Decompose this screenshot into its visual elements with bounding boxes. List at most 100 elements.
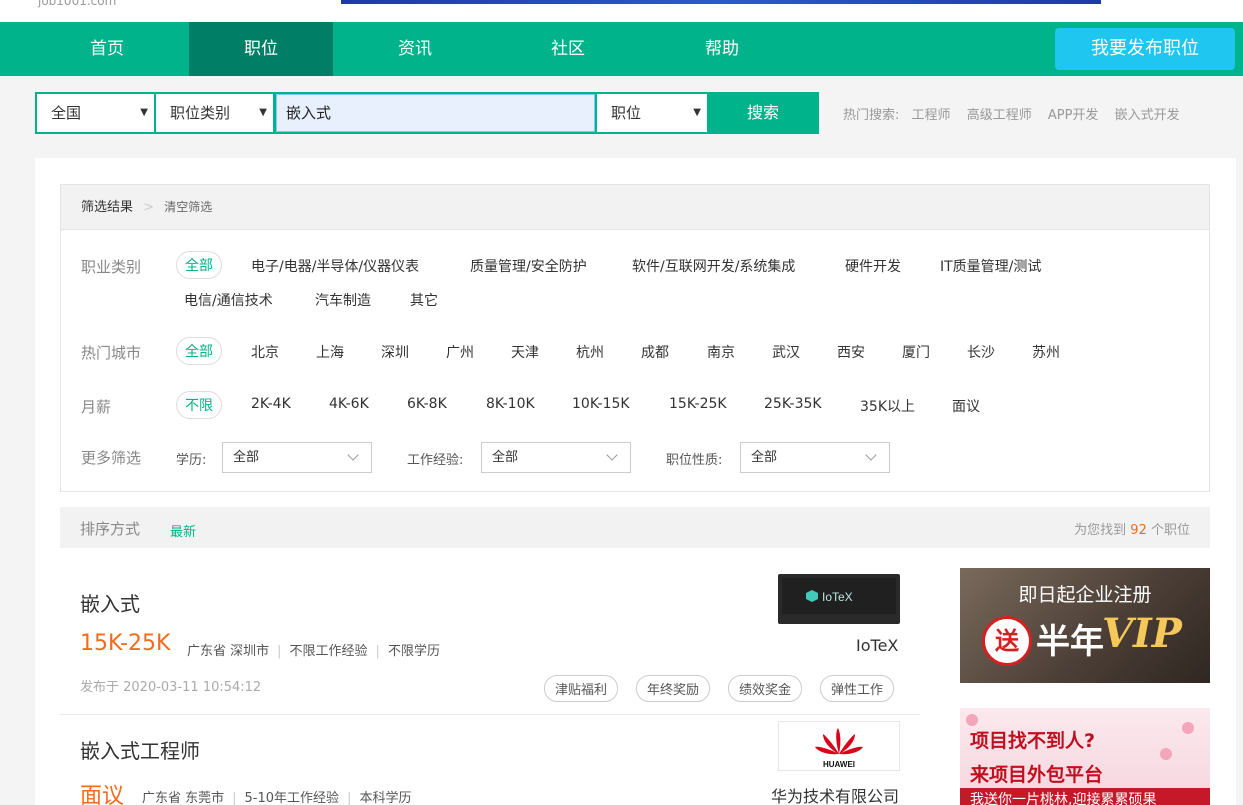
category-option[interactable]: IT质量管理/测试 [940, 256, 1041, 276]
company-name[interactable]: 华为技术有限公司 [771, 783, 899, 805]
filter-box: 筛选结果 > 清空筛选 职业类别 全部 电子/电器/半导体/仪器仪表 质量管理/… [60, 184, 1210, 492]
region-caret-icon: ▼ [140, 107, 148, 118]
hot-term[interactable]: APP开发 [1048, 108, 1099, 123]
job-education: 不限学历 [387, 644, 440, 659]
type-select[interactable]: 职位 ▼ [595, 92, 709, 134]
company-name[interactable]: IoTeX [856, 636, 898, 655]
enterprise-vip-ad[interactable]: 即日起企业注册 送 半年 VIP [960, 568, 1210, 683]
hot-search-label: 热门搜索: [843, 108, 900, 123]
nav-community[interactable]: 社区 [496, 22, 640, 76]
experience-select[interactable]: 全部 [481, 442, 631, 473]
result-count-suffix: 个职位 [1150, 523, 1190, 538]
nav-home[interactable]: 首页 [35, 22, 179, 76]
city-option[interactable]: 厦门 [902, 342, 930, 362]
blossom-icon [966, 714, 978, 726]
clear-filter-link[interactable]: 清空筛选 [164, 200, 212, 214]
category-option[interactable]: 其它 [410, 290, 438, 310]
hot-search: 热门搜索: 工程师 高级工程师 APP开发 嵌入式开发 [843, 104, 1192, 123]
education-value: 全部 [233, 450, 260, 465]
salary-option[interactable]: 10K-15K [572, 396, 630, 412]
category-option-all[interactable]: 全部 [176, 251, 222, 279]
city-option[interactable]: 广州 [446, 342, 474, 362]
nav-news[interactable]: 资讯 [343, 22, 487, 76]
region-select[interactable]: 全国 ▼ [35, 92, 156, 134]
salary-option[interactable]: 8K-10K [486, 396, 535, 412]
site-domain: job1001.com [38, 0, 117, 8]
ad-line-3: 我送你一片桃林,迎接累累硕果 [960, 788, 1210, 805]
category-option[interactable]: 质量管理/安全防护 [470, 256, 587, 276]
company-logo[interactable]: HUAWEI [778, 721, 900, 771]
city-option[interactable]: 杭州 [576, 342, 604, 362]
city-option[interactable]: 南京 [707, 342, 735, 362]
job-location: 广东省 深圳市 [187, 644, 270, 659]
nature-label: 职位性质: [666, 453, 723, 468]
category-option[interactable]: 电信/通信技术 [184, 290, 273, 310]
keyword-input[interactable]: 嵌入式 [274, 92, 597, 134]
city-filter-label: 热门城市 [81, 344, 142, 362]
education-label: 学历: [176, 453, 207, 468]
job-tag: 年终奖励 [636, 675, 711, 702]
job-salary: 15K-25K [80, 631, 171, 656]
city-option[interactable]: 上海 [316, 342, 344, 362]
city-option[interactable]: 成都 [641, 342, 669, 362]
sort-newest[interactable]: 最新 [170, 521, 196, 540]
region-select-value: 全国 [51, 104, 82, 122]
experience-value: 全部 [492, 450, 519, 465]
city-option[interactable]: 长沙 [967, 342, 995, 362]
city-option[interactable]: 深圳 [381, 342, 409, 362]
job-title[interactable]: 嵌入式 [80, 588, 140, 617]
hot-term[interactable]: 嵌入式开发 [1115, 108, 1180, 123]
city-option[interactable]: 天津 [511, 342, 539, 362]
type-caret-icon: ▼ [693, 107, 701, 118]
top-banner-ad[interactable] [341, 0, 1101, 4]
hot-term[interactable]: 工程师 [912, 108, 951, 123]
salary-option[interactable]: 35K以上 [860, 396, 915, 416]
job-card[interactable]: 嵌入式 15K-25K 广东省 深圳市 | 不限工作经验 | 不限学历 发布于 2020… [60, 570, 920, 714]
logo-text: HUAWEI [823, 760, 855, 769]
nav-help[interactable]: 帮助 [650, 22, 794, 76]
category-option[interactable]: 软件/互联网开发/系统集成 [632, 256, 795, 276]
job-card[interactable]: 嵌入式工程师 面议 广东省 东莞市 | 5-10年工作经验 | 本科学历 HUAWEI … [60, 715, 920, 805]
category-option[interactable]: 汽车制造 [315, 290, 371, 310]
job-tag: 绩效奖金 [728, 675, 803, 702]
salary-option[interactable]: 4K-6K [329, 396, 369, 412]
salary-option[interactable]: 25K-35K [764, 396, 822, 412]
city-option[interactable]: 武汉 [772, 342, 800, 362]
job-salary: 面议 [80, 784, 125, 805]
category-select[interactable]: 职位类别 ▼ [154, 92, 275, 134]
hot-term[interactable]: 高级工程师 [967, 108, 1032, 123]
salary-option-any[interactable]: 不限 [176, 391, 222, 419]
education-select[interactable]: 全部 [222, 442, 372, 473]
search-button[interactable]: 搜索 [707, 92, 819, 134]
city-option[interactable]: 苏州 [1032, 342, 1060, 362]
salary-option[interactable]: 2K-4K [251, 396, 291, 412]
nav-jobs[interactable]: 职位 [189, 22, 333, 76]
city-option-all[interactable]: 全部 [176, 337, 222, 365]
type-select-value: 职位 [611, 104, 642, 122]
salary-option[interactable]: 6K-8K [407, 396, 447, 412]
city-option[interactable]: 北京 [251, 342, 279, 362]
category-filter-label: 职业类别 [81, 258, 142, 276]
outsource-ad[interactable]: 项目找不到人? 来项目外包平台 我送你一片桃林,迎接累累硕果 [960, 708, 1210, 805]
job-experience: 不限工作经验 [289, 644, 368, 659]
nature-select[interactable]: 全部 [740, 442, 890, 473]
ad-line-1: 项目找不到人? [970, 730, 1096, 752]
category-option[interactable]: 电子/电器/半导体/仪器仪表 [251, 256, 419, 276]
ad-line-2: 来项目外包平台 [970, 764, 1104, 786]
job-title[interactable]: 嵌入式工程师 [80, 735, 200, 764]
publish-job-button[interactable]: 我要发布职位 [1055, 28, 1235, 70]
filter-result-label: 筛选结果 [81, 200, 134, 215]
iotex-logo-icon: IoTeX [782, 578, 896, 614]
blossom-icon [1182, 722, 1194, 734]
salary-option[interactable]: 面议 [952, 396, 980, 416]
experience-label: 工作经验: [407, 453, 464, 468]
salary-option[interactable]: 15K-25K [669, 396, 727, 412]
category-option[interactable]: 硬件开发 [845, 256, 901, 276]
city-option[interactable]: 西安 [837, 342, 865, 362]
sort-label: 排序方式 [80, 520, 141, 538]
chevron-down-icon [865, 449, 877, 461]
gift-seal-icon: 送 [982, 616, 1032, 666]
job-meta: 广东省 深圳市 | 不限工作经验 | 不限学历 [187, 644, 440, 659]
more-filter-label: 更多筛选 [81, 449, 142, 467]
company-logo[interactable]: IoTeX [778, 574, 900, 624]
